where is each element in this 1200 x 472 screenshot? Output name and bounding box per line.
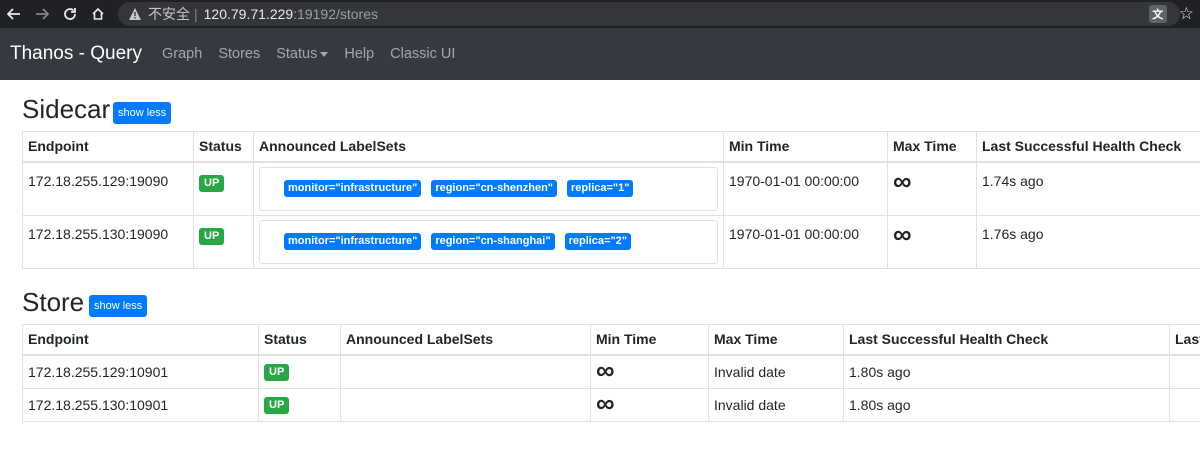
sidecar-title: Sidecar bbox=[22, 94, 111, 124]
label-badge: region="cn-shenzhen" bbox=[431, 179, 558, 197]
col-last-check: Last Successful Health Check bbox=[976, 131, 1200, 163]
nav-link-stores[interactable]: Stores bbox=[218, 46, 260, 62]
label-badge: monitor="infrastructure" bbox=[284, 232, 422, 250]
url-separator: | bbox=[194, 6, 198, 22]
min-time-cell: 1970-01-01 00:00:00 bbox=[723, 161, 888, 216]
labelset-cell bbox=[340, 387, 591, 422]
max-time-cell: Invalid date bbox=[708, 387, 844, 422]
endpoint-cell: 172.18.255.130:10901 bbox=[22, 387, 259, 422]
address-bar[interactable]: 不安全 | 120.79.71.229 :19192/stores bbox=[118, 2, 1180, 26]
status-badge: UP bbox=[199, 174, 225, 192]
col-max-time: Max Time bbox=[887, 131, 977, 163]
table-row: 172.18.255.129:10901 UP ∞ Invalid date 1… bbox=[22, 354, 1200, 389]
col-endpoint: Endpoint bbox=[22, 324, 259, 356]
table-row: 172.18.255.130:19090 UP monitor="infrast… bbox=[22, 214, 1200, 269]
app-navbar: Thanos - Query Graph Stores Status Help … bbox=[0, 28, 1200, 80]
table-header-row: Endpoint Status Announced LabelSets Min … bbox=[22, 131, 1200, 163]
insecure-label: 不安全 bbox=[148, 6, 190, 22]
nav-link-graph[interactable]: Graph bbox=[162, 46, 202, 62]
last-check-cell: 1.74s ago bbox=[976, 161, 1200, 216]
store-table: Endpoint Status Announced LabelSets Min … bbox=[22, 324, 1200, 422]
infinity-icon: ∞ bbox=[893, 165, 912, 196]
status-badge: UP bbox=[264, 364, 290, 381]
label-badge: region="cn-shanghai" bbox=[431, 232, 555, 250]
last-check-cell: 1.76s ago bbox=[976, 214, 1200, 269]
infinity-icon: ∞ bbox=[596, 387, 615, 418]
browser-toolbar: 不安全 | 120.79.71.229 :19192/stores 文 ☆ bbox=[0, 0, 1200, 28]
forward-arrow-icon[interactable] bbox=[28, 0, 56, 28]
star-icon[interactable]: ☆ bbox=[1179, 4, 1194, 24]
labelset-cell bbox=[340, 354, 591, 389]
extra-cell bbox=[1169, 354, 1200, 389]
store-toggle-button[interactable]: show less bbox=[89, 295, 148, 317]
warning-icon bbox=[129, 8, 141, 20]
col-last-check: Last Successful Health Check bbox=[843, 324, 1170, 356]
col-endpoint: Endpoint bbox=[22, 131, 194, 163]
url-host: 120.79.71.229 bbox=[203, 6, 294, 22]
col-max-time: Max Time bbox=[708, 324, 844, 356]
status-badge: UP bbox=[199, 227, 225, 245]
home-icon[interactable] bbox=[84, 0, 112, 28]
col-last-truncated: Last bbox=[1169, 324, 1200, 356]
col-min-time: Min Time bbox=[723, 131, 888, 163]
col-labelsets: Announced LabelSets bbox=[340, 324, 591, 356]
label-badge: monitor="infrastructure" bbox=[284, 179, 422, 197]
nav-dropdown-status[interactable]: Status bbox=[276, 46, 329, 62]
min-time-cell: 1970-01-01 00:00:00 bbox=[723, 214, 888, 269]
infinity-icon: ∞ bbox=[893, 218, 912, 249]
endpoint-cell: 172.18.255.129:10901 bbox=[22, 354, 259, 389]
nav-link-status: Status bbox=[276, 46, 318, 62]
back-arrow-icon[interactable] bbox=[0, 0, 28, 28]
table-row: 172.18.255.130:10901 UP ∞ Invalid date 1… bbox=[22, 387, 1200, 422]
label-badge: replica="2" bbox=[564, 232, 632, 250]
col-status: Status bbox=[258, 324, 341, 356]
col-min-time: Min Time bbox=[590, 324, 709, 356]
extra-cell bbox=[1169, 387, 1200, 422]
infinity-icon: ∞ bbox=[596, 354, 615, 385]
table-row: 172.18.255.129:19090 UP monitor="infrast… bbox=[22, 161, 1200, 216]
nav-link-classic-ui[interactable]: Classic UI bbox=[390, 46, 455, 62]
nav-link-help[interactable]: Help bbox=[344, 46, 374, 62]
col-labelsets: Announced LabelSets bbox=[253, 131, 724, 163]
col-status: Status bbox=[193, 131, 254, 163]
reload-icon[interactable] bbox=[56, 0, 84, 28]
sidecar-toggle-button[interactable]: show less bbox=[113, 102, 172, 124]
max-time-cell: Invalid date bbox=[708, 354, 844, 389]
endpoint-cell: 172.18.255.130:19090 bbox=[22, 214, 194, 269]
translate-icon[interactable]: 文 bbox=[1148, 5, 1167, 23]
label-badge: replica="1" bbox=[567, 179, 634, 197]
last-check-cell: 1.80s ago bbox=[843, 387, 1170, 422]
labelset-box: monitor="infrastructure" region="cn-shan… bbox=[259, 219, 718, 264]
last-check-cell: 1.80s ago bbox=[843, 354, 1170, 389]
url-path: :19192/stores bbox=[293, 6, 379, 22]
table-header-row: Endpoint Status Announced LabelSets Min … bbox=[22, 324, 1200, 356]
caret-down-icon bbox=[320, 51, 329, 57]
endpoint-cell: 172.18.255.129:19090 bbox=[22, 161, 194, 216]
status-badge: UP bbox=[264, 397, 290, 414]
sidecar-table: Endpoint Status Announced LabelSets Min … bbox=[22, 131, 1200, 269]
labelset-box: monitor="infrastructure" region="cn-shen… bbox=[259, 166, 718, 211]
store-title: Store bbox=[22, 287, 85, 317]
brand-title[interactable]: Thanos - Query bbox=[10, 43, 142, 65]
